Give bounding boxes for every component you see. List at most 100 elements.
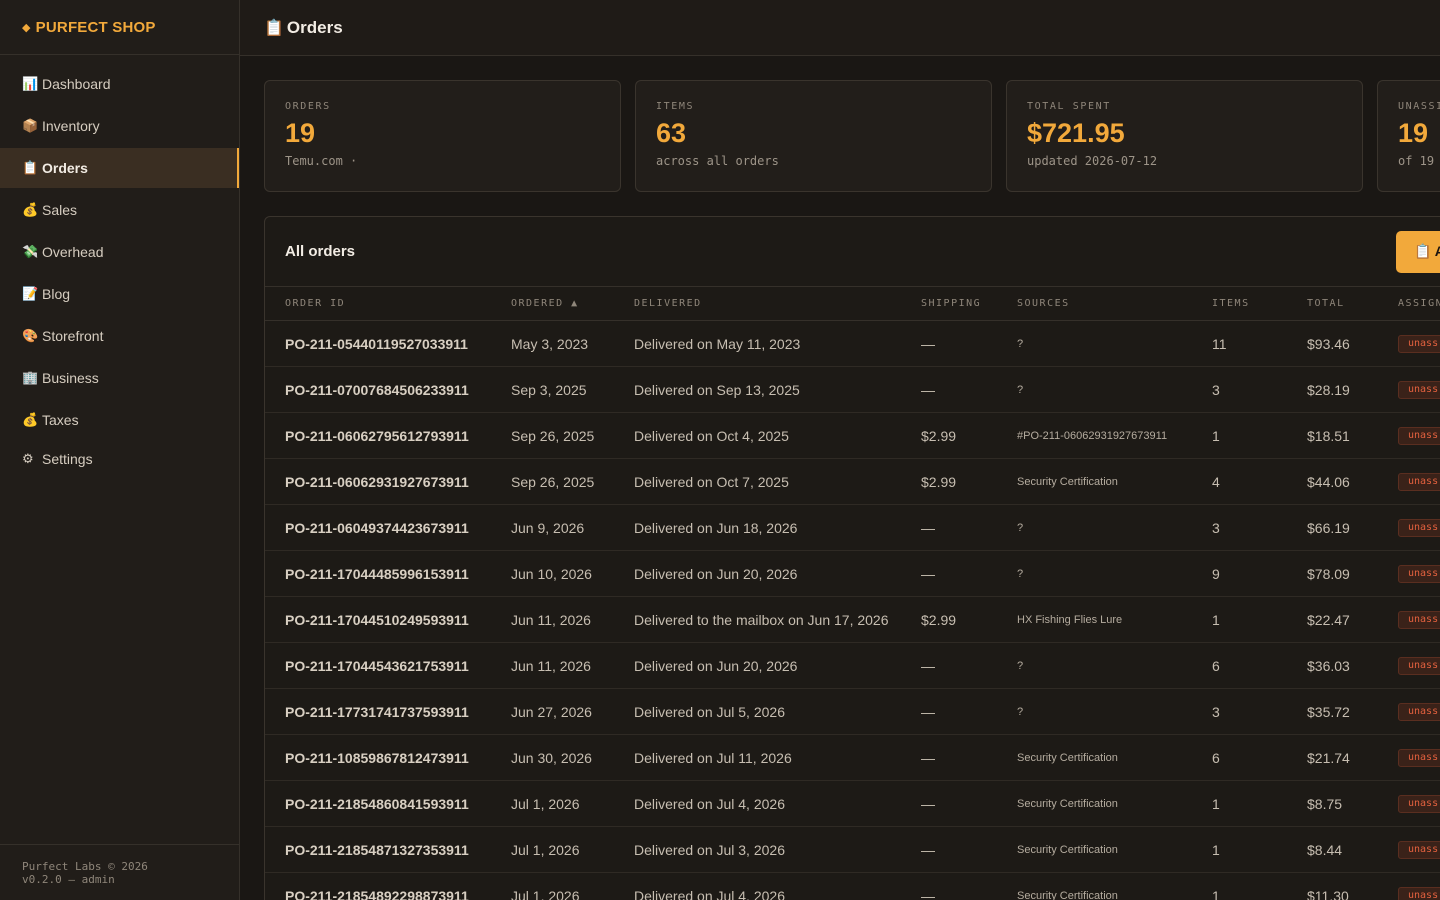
order-id-cell[interactable]: PO-211-17044485996153911: [285, 566, 469, 582]
status-badge[interactable]: unass: [1398, 657, 1440, 675]
status-badge[interactable]: unass: [1398, 565, 1440, 583]
sidebar-item-dashboard[interactable]: 📊 Dashboard: [0, 64, 239, 104]
delivered-cell: Delivered on Jul 5, 2026: [634, 704, 785, 720]
table-header: ORDER ID ORDERED ▲ DELIVERED SHIPPING SO…: [265, 287, 1440, 321]
ordered-cell: Jul 1, 2026: [511, 796, 580, 812]
order-id-cell[interactable]: PO-211-21854892298873911: [285, 888, 469, 900]
sidebar-item-label: Blog: [42, 286, 71, 302]
shipping-cell: —: [921, 382, 935, 398]
sources-cell: ?: [1017, 660, 1024, 672]
sidebar-item-sales[interactable]: 💰 Sales: [0, 190, 239, 230]
col-total[interactable]: TOTAL: [1307, 298, 1345, 309]
orders-panel: All orders 📋 A ORDER ID ORDERED ▲ DELIVE…: [264, 216, 1440, 900]
order-id-cell[interactable]: PO-211-05440119527033911: [285, 336, 468, 352]
sidebar-item-settings[interactable]: ⚙ Settings: [0, 442, 239, 476]
items-cell: 3: [1212, 520, 1220, 536]
total-cell: $36.03: [1307, 658, 1350, 674]
stat-label: UNASSI: [1398, 101, 1440, 112]
stat-value: 19: [285, 118, 316, 148]
col-sources[interactable]: SOURCES: [1017, 298, 1070, 309]
order-id-cell[interactable]: PO-211-17044543621753911: [285, 658, 469, 674]
ordered-cell: Sep 26, 2025: [511, 428, 595, 444]
table-row[interactable]: PO-211-05440119527033911 May 3, 2023 Deliv…: [265, 321, 1440, 367]
status-badge[interactable]: unass: [1398, 335, 1440, 353]
brand-logo[interactable]: ◆ PURFECT SHOP: [0, 0, 239, 55]
col-delivered[interactable]: DELIVERED: [634, 298, 702, 309]
table-row[interactable]: PO-211-17044485996153911 Jun 10, 2026 Deli…: [265, 551, 1440, 597]
sidebar-item-orders[interactable]: 📋 Orders: [0, 148, 239, 188]
sidebar-item-label: Dashboard: [42, 76, 111, 92]
brand-name: PURFECT SHOP: [35, 18, 156, 36]
table-row[interactable]: PO-211-17731741737593911 Jun 27, 2026 Deli…: [265, 689, 1440, 735]
panel-title: All orders: [285, 243, 356, 260]
status-badge[interactable]: unass: [1398, 703, 1440, 721]
sources-cell: ?: [1017, 706, 1024, 718]
status-badge[interactable]: unass: [1398, 749, 1440, 767]
col-order-id[interactable]: ORDER ID: [285, 298, 345, 309]
table-row[interactable]: PO-211-17044510249593911 Jun 11, 2026 Deli…: [265, 597, 1440, 643]
table-row[interactable]: PO-211-21854860841593911 Jul 1, 2026 Deliv…: [265, 781, 1440, 827]
col-items[interactable]: ITEMS: [1212, 298, 1250, 309]
panel-header: All orders 📋 A: [265, 217, 1440, 287]
status-badge[interactable]: unass: [1398, 519, 1440, 537]
table-row[interactable]: PO-211-21854871327353911 Jul 1, 2026 Deliv…: [265, 827, 1440, 873]
sidebar-item-blog[interactable]: 📝 Blog: [0, 274, 239, 314]
items-cell: 6: [1212, 750, 1220, 766]
footer-version: v0.2.0 — admin: [22, 873, 115, 886]
order-id-cell[interactable]: PO-211-07007684506233911: [285, 382, 469, 398]
table-row[interactable]: PO-211-07007684506233911 Sep 3, 2025 Deliv…: [265, 367, 1440, 413]
order-id-cell[interactable]: PO-211-21854860841593911: [285, 796, 469, 812]
table-row[interactable]: PO-211-06062931927673911 Sep 26, 2025 Deli…: [265, 459, 1440, 505]
col-ordered[interactable]: ORDERED ▲: [511, 298, 579, 309]
order-id-cell[interactable]: PO-211-17731741737593911: [285, 704, 469, 720]
status-badge[interactable]: unass: [1398, 473, 1440, 491]
stat-card-items: ITEMS 63 across all orders: [635, 80, 992, 192]
ordered-cell: Jun 10, 2026: [511, 566, 592, 582]
order-id-cell[interactable]: PO-211-06062931927673911: [285, 474, 469, 490]
stat-label: ORDERS: [285, 101, 331, 112]
status-badge[interactable]: unass: [1398, 611, 1440, 629]
total-cell: $35.72: [1307, 704, 1350, 720]
items-cell: 3: [1212, 704, 1220, 720]
sidebar-item-label: Settings: [42, 451, 93, 467]
delivered-cell: Delivered on Jun 20, 2026: [634, 566, 798, 582]
ordered-cell: Jun 11, 2026: [511, 658, 591, 674]
table-row[interactable]: PO-211-21854892298873911 Jul 1, 2026 Deliv…: [265, 873, 1440, 900]
assign-button[interactable]: 📋 A: [1396, 231, 1440, 273]
delivered-cell: Delivered on Jul 11, 2026: [634, 750, 792, 766]
col-assign[interactable]: ASSIGN: [1398, 298, 1440, 309]
stat-label: TOTAL SPENT: [1027, 101, 1111, 112]
table-row[interactable]: PO-211-06062795612793911 Sep 26, 2025 Deli…: [265, 413, 1440, 459]
sidebar-item-overhead[interactable]: 💸 Overhead: [0, 232, 239, 272]
order-id-cell[interactable]: PO-211-10859867812473911: [285, 750, 469, 766]
status-badge[interactable]: unass: [1398, 887, 1440, 900]
clipboard-icon: 📋: [22, 160, 39, 175]
shipping-cell: —: [921, 796, 935, 812]
order-id-cell[interactable]: PO-211-06049374423673911: [285, 520, 469, 536]
sources-cell: ?: [1017, 522, 1024, 534]
status-badge[interactable]: unass: [1398, 427, 1440, 445]
order-id-cell[interactable]: PO-211-06062795612793911: [285, 428, 469, 444]
order-id-cell[interactable]: PO-211-17044510249593911: [285, 612, 469, 628]
table-row[interactable]: PO-211-10859867812473911 Jun 30, 2026 Deli…: [265, 735, 1440, 781]
sidebar-item-inventory[interactable]: 📦 Inventory: [0, 106, 239, 146]
sidebar-item-business[interactable]: 🏢 Business: [0, 358, 239, 398]
sidebar-item-storefront[interactable]: 🎨 Storefront: [0, 316, 239, 356]
sidebar-item-label: Business: [42, 370, 99, 386]
table-row[interactable]: PO-211-17044543621753911 Jun 11, 2026 Deli…: [265, 643, 1440, 689]
status-badge[interactable]: unass: [1398, 795, 1440, 813]
order-id-cell[interactable]: PO-211-21854871327353911: [285, 842, 469, 858]
table-row[interactable]: PO-211-06049374423673911 Jun 9, 2026 Deliv…: [265, 505, 1440, 551]
stat-card-orders: ORDERS 19 Temu.com ·: [264, 80, 621, 192]
status-badge[interactable]: unass: [1398, 841, 1440, 859]
sidebar: ◆ PURFECT SHOP 📊 Dashboard 📦 Inventory 📋 Orde…: [0, 0, 240, 900]
col-shipping[interactable]: SHIPPING: [921, 298, 981, 309]
memo-icon: 📝: [22, 286, 39, 301]
page-title: Orders: [286, 17, 343, 37]
sidebar-item-taxes[interactable]: 💰 Taxes: [0, 400, 239, 440]
sources-cell: Security Certification: [1017, 890, 1118, 900]
items-cell: 1: [1212, 796, 1220, 812]
sidebar-item-label: Overhead: [42, 244, 104, 260]
page-header: 📋 Orders: [240, 0, 1440, 56]
status-badge[interactable]: unass: [1398, 381, 1440, 399]
